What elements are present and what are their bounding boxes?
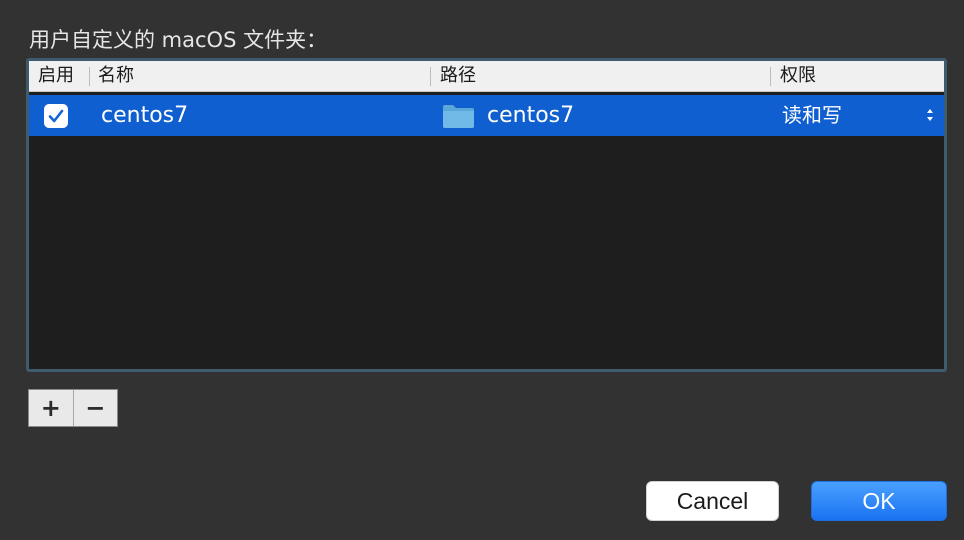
up-down-stepper-icon[interactable]	[925, 105, 935, 125]
shared-folders-table[interactable]: 启用 名称 路径 权限 centos7 centos7 读和写	[26, 58, 947, 372]
column-header-enabled[interactable]: 启用	[38, 61, 74, 91]
folder-path-cell: centos7	[487, 103, 575, 128]
column-header-name[interactable]: 名称	[98, 61, 134, 91]
folder-name-cell: centos7	[101, 103, 189, 128]
column-separator	[430, 67, 431, 86]
permission-popup[interactable]: 读和写	[782, 95, 842, 136]
section-title: 用户自定义的 macOS 文件夹：	[29, 28, 328, 52]
enabled-checkbox[interactable]	[44, 104, 68, 128]
table-row[interactable]: centos7 centos7 读和写	[29, 95, 944, 136]
checkmark-icon	[48, 109, 64, 123]
column-header-path[interactable]: 路径	[440, 61, 476, 91]
table-header: 启用 名称 路径 权限	[29, 61, 944, 92]
ok-button[interactable]: OK	[811, 481, 947, 521]
add-folder-button[interactable]: +	[29, 390, 73, 426]
column-separator	[770, 67, 771, 86]
cancel-button[interactable]: Cancel	[646, 481, 779, 521]
folder-icon	[443, 105, 474, 128]
remove-folder-button[interactable]: −	[72, 390, 118, 426]
column-separator	[89, 67, 90, 86]
add-remove-control: + −	[28, 389, 118, 427]
column-header-permission[interactable]: 权限	[780, 61, 816, 91]
